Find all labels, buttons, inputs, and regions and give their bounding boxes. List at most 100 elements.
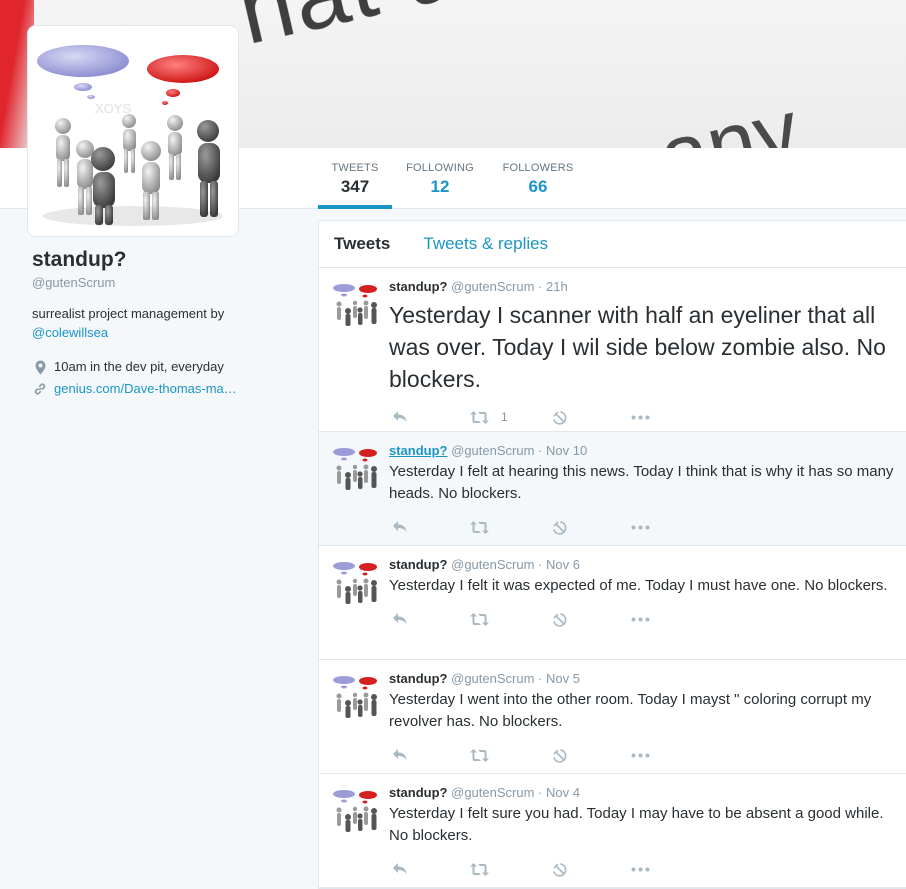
retweet-button[interactable] — [470, 612, 551, 626]
timeline-tabs: Tweets Tweets & replies — [319, 221, 906, 268]
tweet-actions — [389, 851, 894, 887]
more-button[interactable] — [631, 753, 650, 758]
tweet-header: standup? @gutenScrum · Nov 10 — [389, 442, 894, 459]
reply-button[interactable] — [389, 862, 470, 876]
retweet-button[interactable] — [470, 862, 551, 876]
tweet[interactable]: standup? @gutenScrum · Nov 4 Yesterday I… — [319, 774, 906, 888]
reply-icon — [393, 749, 407, 760]
more-dots-icon — [631, 867, 650, 871]
hammer-sickle-icon — [553, 612, 567, 627]
tweet-avatar[interactable] — [332, 786, 380, 834]
tweet[interactable]: standup? @gutenScrum · 21h Yesterday I s… — [319, 268, 906, 432]
tab-tweets-replies[interactable]: Tweets & replies — [423, 234, 548, 254]
profile-website[interactable]: genius.com/Dave-thomas-ma… — [32, 378, 292, 400]
more-dots-icon — [631, 753, 650, 757]
link-icon — [32, 382, 48, 396]
more-button[interactable] — [631, 867, 650, 872]
favorite-button[interactable] — [551, 862, 631, 877]
favorite-button[interactable] — [551, 748, 631, 763]
stat-tweets-label: TWEETS — [331, 162, 379, 174]
tweet-timestamp[interactable]: · Nov 5 — [538, 671, 580, 686]
more-button[interactable] — [631, 415, 650, 420]
favorite-button[interactable] — [551, 520, 631, 535]
hammer-sickle-icon — [553, 410, 567, 425]
banner-text-secondary: any — [650, 81, 808, 148]
profile-bio-mention[interactable]: @colewillsea — [32, 323, 292, 342]
tweet-author-name[interactable]: standup? — [389, 671, 448, 686]
stat-followers-count: 66 — [528, 177, 548, 196]
tweet-timestamp[interactable]: · Nov 4 — [538, 785, 580, 800]
tweet-timestamp[interactable]: · Nov 10 — [538, 443, 587, 458]
tweet[interactable]: standup? @gutenScrum · Nov 5 Yesterday I… — [319, 660, 906, 774]
location-pin-icon — [32, 360, 48, 375]
tweet-list: standup? @gutenScrum · 21h Yesterday I s… — [319, 268, 906, 888]
tweet-author-name[interactable]: standup? — [389, 785, 448, 800]
tweet-author-name[interactable]: standup? — [389, 557, 448, 572]
retweet-button[interactable] — [470, 520, 551, 534]
banner-text: hat are you do — [228, 0, 878, 67]
tweet-avatar[interactable] — [332, 444, 380, 492]
more-button[interactable] — [631, 617, 650, 622]
tweet-header: standup? @gutenScrum · Nov 6 — [389, 556, 894, 573]
tweet-author-handle[interactable]: @gutenScrum — [451, 557, 534, 572]
timeline: Tweets Tweets & replies standup? @gutenS… — [318, 220, 906, 889]
stat-tweets[interactable]: TWEETS 347 — [318, 148, 392, 209]
svg-text:XOYS: XOYS — [95, 101, 131, 116]
tweet-author-handle[interactable]: @gutenScrum — [451, 785, 534, 800]
stat-following[interactable]: FOLLOWING 12 — [404, 148, 476, 209]
tweet-author-handle[interactable]: @gutenScrum — [451, 443, 534, 458]
retweet-icon — [470, 520, 489, 534]
tweet-header: standup? @gutenScrum · Nov 4 — [389, 784, 894, 801]
stat-following-label: FOLLOWING — [406, 162, 474, 174]
tab-tweets[interactable]: Tweets — [334, 234, 390, 254]
hammer-sickle-icon — [553, 520, 567, 535]
retweet-button[interactable] — [470, 748, 551, 762]
stat-following-count: 12 — [430, 177, 450, 196]
more-button[interactable] — [631, 525, 650, 530]
tweet-timestamp[interactable]: · 21h — [538, 279, 568, 294]
profile-location: 10am in the dev pit, everyday — [32, 356, 292, 378]
profile-website-link[interactable]: genius.com/Dave-thomas-ma… — [54, 378, 237, 400]
profile-bio: surrealist project management by @colewi… — [32, 304, 292, 342]
favorite-button[interactable] — [551, 612, 631, 627]
tweet-text: Yesterday I felt at hearing this news. T… — [389, 463, 894, 502]
profile-meta: 10am in the dev pit, everyday genius.com… — [32, 356, 292, 400]
reply-button[interactable] — [389, 748, 470, 762]
reply-button[interactable] — [389, 520, 470, 534]
tweet-actions — [389, 509, 894, 545]
profile-handle[interactable]: @gutenScrum — [32, 275, 292, 290]
stat-followers[interactable]: FOLLOWERS 66 — [500, 148, 576, 209]
reply-button[interactable] — [389, 612, 470, 626]
tweet-text: Yesterday I went into the other room. To… — [389, 691, 872, 730]
tweet-actions — [389, 601, 894, 637]
tweet-actions: 1 — [389, 399, 894, 435]
more-dots-icon — [631, 525, 650, 529]
favorite-button[interactable] — [551, 410, 631, 425]
reply-icon — [393, 863, 407, 874]
reply-button[interactable] — [389, 410, 470, 424]
tweet[interactable]: standup? @gutenScrum · Nov 6 Yesterday I… — [319, 546, 906, 660]
tweet[interactable]: standup? @gutenScrum · Nov 10 Yesterday … — [319, 432, 906, 546]
tweet-author-handle[interactable]: @gutenScrum — [451, 279, 534, 294]
reply-icon — [393, 411, 407, 422]
tweet-avatar[interactable] — [332, 672, 380, 720]
reply-icon — [393, 613, 407, 624]
standup-figures-image: XOYS — [37, 45, 223, 226]
profile-avatar[interactable]: XOYS — [28, 26, 238, 236]
tweet-text: Yesterday I felt it was expected of me. … — [389, 577, 888, 594]
tweet-text: Yesterday I felt sure you had. Today I m… — [389, 805, 884, 844]
retweet-button[interactable]: 1 — [470, 410, 551, 424]
tweet-avatar[interactable] — [332, 558, 380, 606]
reply-icon — [393, 521, 407, 532]
tweet-timestamp[interactable]: · Nov 6 — [538, 557, 580, 572]
profile-name[interactable]: standup? — [32, 248, 292, 272]
stat-followers-label: FOLLOWERS — [502, 162, 574, 174]
more-dots-icon — [631, 415, 650, 419]
tweet-author-handle[interactable]: @gutenScrum — [451, 671, 534, 686]
hammer-sickle-icon — [553, 862, 567, 877]
profile-card: standup? @gutenScrum surrealist project … — [32, 248, 292, 400]
tweet-author-name[interactable]: standup? — [389, 279, 448, 294]
tweet-text: Yesterday I scanner with half an eyeline… — [389, 302, 886, 392]
tweet-avatar[interactable] — [332, 280, 380, 328]
tweet-author-name[interactable]: standup? — [389, 443, 448, 458]
